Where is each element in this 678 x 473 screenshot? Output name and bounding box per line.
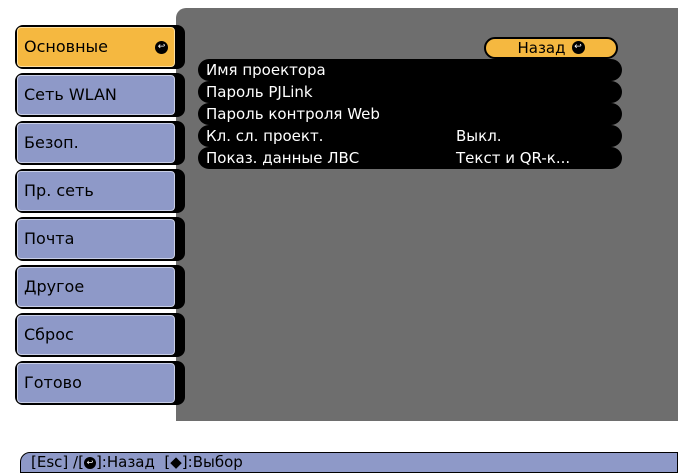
sidebar-item-label: Готово [24,373,82,392]
menu-item-value: Текст и QR-к... [456,149,571,167]
enter-icon: ↩ [83,456,96,469]
sidebar-item-done-tab: Готово [17,363,175,403]
help-select-open: [ [154,453,171,471]
menu-item-label: Кл. сл. проект. [206,127,324,145]
help-back: ]:Назад [95,453,155,471]
sidebar-item-label: Пр. сеть [24,181,94,200]
sidebar-item-wlan[interactable]: Сеть WLAN [15,73,185,117]
help-select: ]:Выбор [181,453,243,471]
sidebar-item-label: Сеть WLAN [24,85,117,104]
help-esc: [Esc] [31,453,69,471]
menu-item-web-control-password[interactable]: Пароль контроля Web [198,103,622,125]
sidebar-item-basic-tab: Основные ↩ [17,27,175,67]
sidebar-item-other[interactable]: Другое [15,265,185,309]
sidebar-item-wlan-tab: Сеть WLAN [17,75,175,115]
sidebar-item-reset[interactable]: Сброс [15,313,185,357]
sidebar-item-mail-tab: Почта [17,219,175,259]
menu-item-label: Пароль контроля Web [206,105,380,123]
menu-item-value: Выкл. [456,127,502,145]
menu-item-label: Пароль PJLink [206,83,313,101]
sidebar-item-label: Сброс [24,325,74,344]
sidebar-item-label: Безоп. [24,133,79,152]
sidebar-item-basic[interactable]: Основные ↩ [15,25,185,69]
menu-item-label: Имя проектора [206,61,326,79]
sidebar-item-other-tab: Другое [17,267,175,307]
menu-item-display-lan-info[interactable]: Показ. данные ЛВС Текст и QR-к... [198,147,622,169]
sidebar-item-label: Другое [24,277,85,296]
back-button[interactable]: Назад ↩ [484,37,618,59]
enter-icon: ↩ [155,41,168,54]
sidebar-item-done[interactable]: Готово [15,361,185,405]
sidebar-item-mail[interactable]: Почта [15,217,185,261]
sidebar-item-wired-network[interactable]: Пр. сеть [15,169,185,213]
up-down-arrows-icon: ◆ [170,453,182,471]
menu-item-label: Показ. данные ЛВС [206,149,360,167]
help-sep: /[ [68,453,84,471]
menu-item-pjlink-password[interactable]: Пароль PJLink [198,81,622,103]
sidebar-item-label: Основные [24,37,109,56]
sidebar-item-security[interactable]: Безоп. [15,121,185,165]
sidebar-item-label: Почта [24,229,75,248]
back-button-label: Назад [517,39,566,57]
sidebar-item-security-tab: Безоп. [17,123,175,163]
help-bar: [Esc] /[↩]:Назад [◆]:Выбор [20,452,678,473]
menu-item-projector-name[interactable]: Имя проектора [198,59,622,81]
menu-item-projector-keyword[interactable]: Кл. сл. проект. Выкл. [198,125,622,147]
sidebar-item-wired-network-tab: Пр. сеть [17,171,175,211]
sidebar-item-reset-tab: Сброс [17,315,175,355]
enter-icon: ↩ [571,41,585,54]
